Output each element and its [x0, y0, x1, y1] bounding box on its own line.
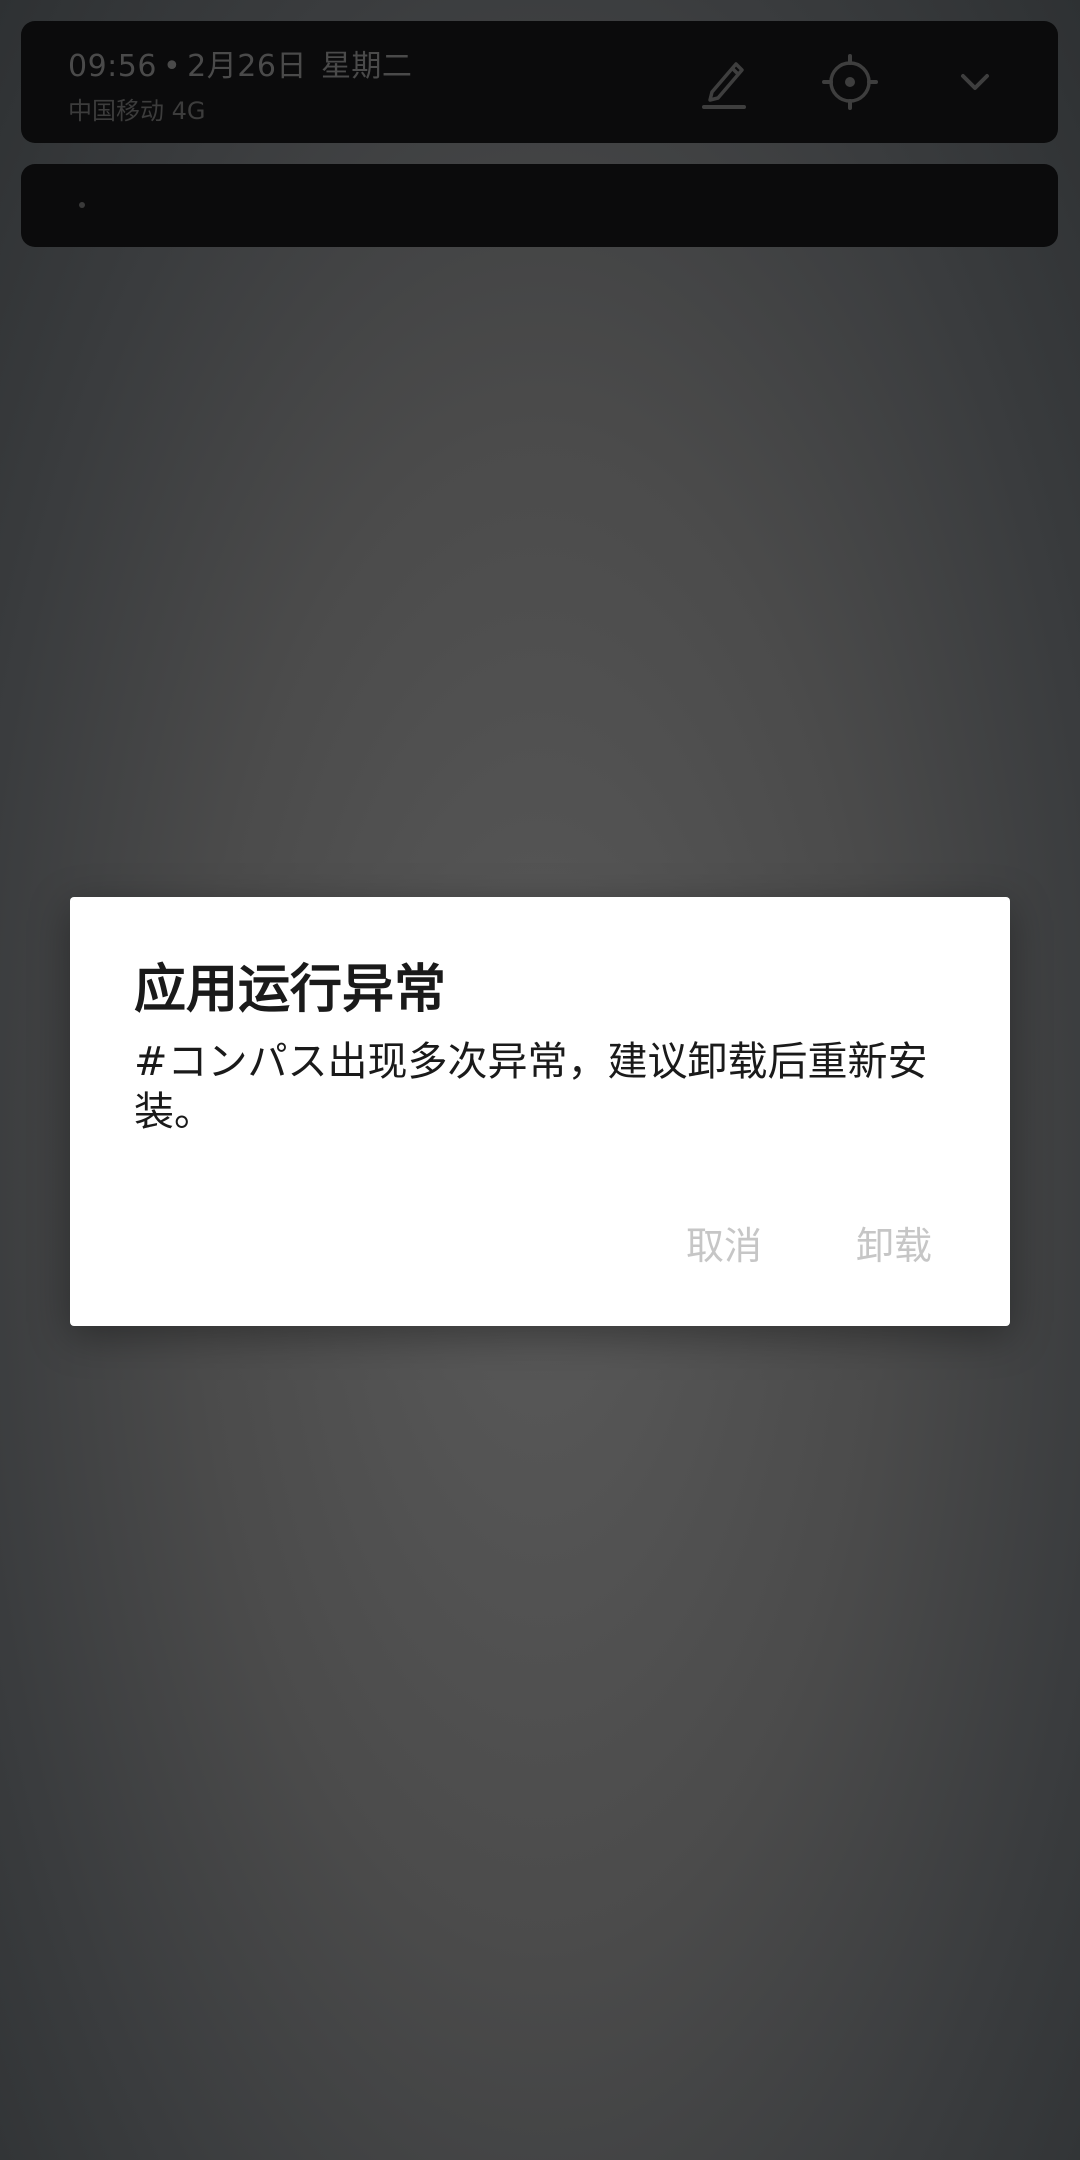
pencil-icon [700, 54, 748, 114]
dialog-message: #コンパス出现多次异常，建议卸载后重新安装。 [134, 1039, 928, 1135]
carrier-label: 中国移动 4G [68, 97, 206, 125]
cancel-button[interactable]: 取消 [686, 1215, 762, 1270]
settings-button[interactable] [817, 51, 883, 117]
dialog-title: 应用运行异常 [134, 960, 447, 1020]
weekday-label: 星期二 [320, 49, 413, 84]
notification-card[interactable] [21, 164, 1058, 247]
dialog-actions: 取消 卸载 [686, 1215, 932, 1270]
app-error-dialog: 应用运行异常 #コンパス出现多次异常，建议卸载后重新安装。 取消 卸载 [70, 897, 1010, 1326]
date-label: 2月26日 [187, 49, 307, 84]
time-date-separator: • [162, 49, 182, 84]
expand-button[interactable] [942, 51, 1008, 117]
gear-icon [822, 54, 878, 114]
clock-time: 09:56 [68, 49, 157, 84]
edit-button[interactable] [691, 51, 757, 117]
notification-shade-header: 09:56 • 2月26日 星期二 中国移动 4G [21, 21, 1058, 143]
notification-dot [79, 202, 85, 208]
uninstall-button[interactable]: 卸载 [856, 1215, 932, 1270]
date-time[interactable]: 09:56 • 2月26日 星期二 [68, 41, 412, 85]
chevron-down-icon [955, 62, 995, 106]
